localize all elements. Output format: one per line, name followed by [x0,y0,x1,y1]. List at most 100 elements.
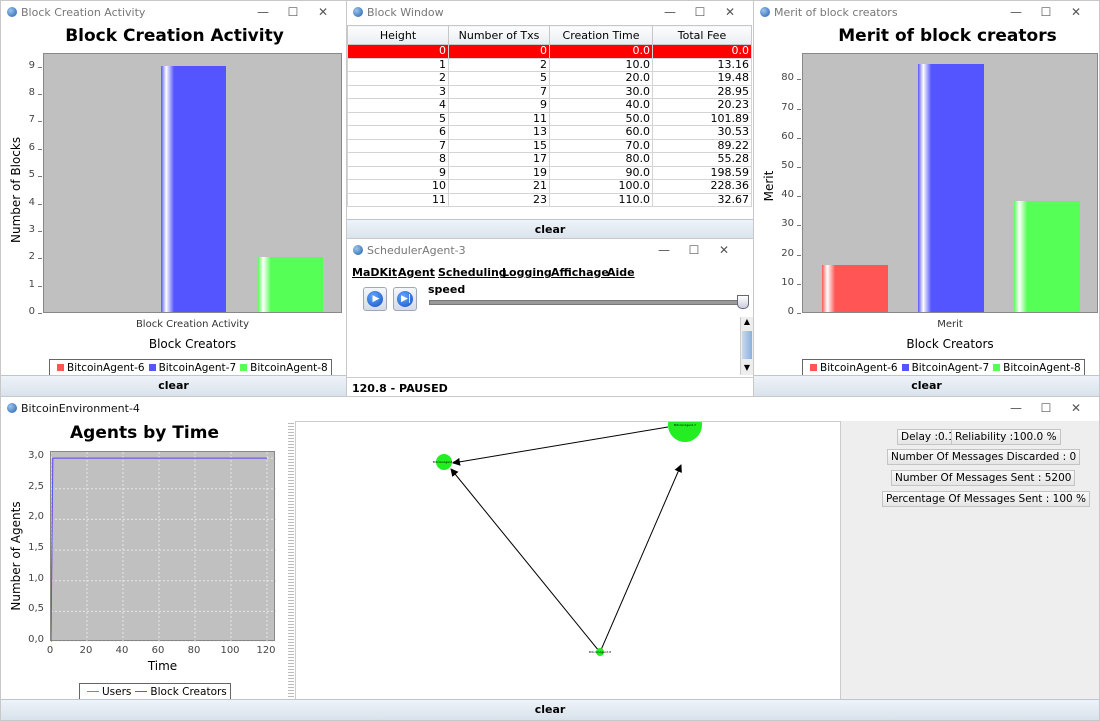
close-icon[interactable]: ✕ [709,241,739,259]
table-cell[interactable]: 7 [448,84,550,99]
table-cell[interactable]: 30.53 [652,125,752,140]
block-window-titlebar[interactable]: Block Window — ☐ ✕ [347,1,753,25]
table-cell[interactable]: 17 [448,152,550,167]
clear-button[interactable]: clear [347,219,753,240]
minimize-icon[interactable]: — [1001,3,1031,21]
table-row[interactable]: 6 13 60.0 30.53 [347,125,752,140]
table-cell[interactable]: 15 [448,138,550,153]
table-cell[interactable]: 11 [448,111,550,126]
table-cell[interactable]: 5 [448,71,550,86]
table-cell[interactable]: 198.59 [652,165,752,180]
table-cell[interactable]: 13 [448,125,550,140]
table-cell[interactable]: 5 [347,111,449,126]
menu-agent[interactable]: Agent [398,266,435,279]
table-cell[interactable]: 11 [347,192,449,207]
column-header-height[interactable]: Height [347,25,449,45]
messages-discarded-button[interactable]: Number Of Messages Discarded : 0 [887,449,1081,465]
table-cell[interactable]: 19 [448,165,550,180]
table-cell[interactable]: 10.0 [549,57,653,72]
table-cell[interactable]: 70.0 [549,138,653,153]
table-cell[interactable]: 110.0 [549,192,653,207]
table-cell[interactable]: 6 [347,125,449,140]
column-header-total-fee[interactable]: Total Fee [652,25,752,45]
speed-slider-thumb[interactable] [737,295,749,309]
maximize-icon[interactable]: ☐ [278,3,308,21]
table-cell[interactable]: 7 [347,138,449,153]
minimize-icon[interactable]: — [1001,399,1031,417]
menu-affichage[interactable]: Affichage [551,266,609,279]
table-cell[interactable]: 2 [448,57,550,72]
scroll-down-icon[interactable]: ▼ [741,363,753,373]
table-cell[interactable]: 2 [347,71,449,86]
table-row[interactable]: 5 11 50.0 101.89 [347,111,752,126]
table-cell[interactable]: 4 [347,98,449,113]
minimize-icon[interactable]: — [649,241,679,259]
split-pane-divider[interactable] [288,421,294,702]
table-cell[interactable]: 0 [448,44,550,59]
close-icon[interactable]: ✕ [715,3,745,21]
table-cell[interactable]: 101.89 [652,111,752,126]
reliability-button[interactable]: Reliability :100.0 % [951,429,1061,445]
table-row[interactable]: 11 23 110.0 32.67 [347,192,752,207]
maximize-icon[interactable]: ☐ [1031,399,1061,417]
table-row[interactable]: 7 15 70.0 89.22 [347,138,752,153]
scheduler-titlebar[interactable]: SchedulerAgent-3 — ☐ ✕ [347,239,753,263]
table-row[interactable]: 2 5 20.0 19.48 [347,71,752,86]
menu-aide[interactable]: Aide [607,266,635,279]
scroll-up-icon[interactable]: ▲ [741,317,753,327]
table-row[interactable]: 9 19 90.0 198.59 [347,165,752,180]
merit-titlebar[interactable]: Merit of block creators — ☐ ✕ [754,1,1099,25]
maximize-icon[interactable]: ☐ [679,241,709,259]
menu-madkit[interactable]: MaDKit [352,266,397,279]
messages-sent-button[interactable]: Number Of Messages Sent : 5200 [891,470,1076,486]
table-row[interactable]: 3 7 30.0 28.95 [347,84,752,99]
table-cell[interactable]: 50.0 [549,111,653,126]
close-icon[interactable]: ✕ [1061,399,1091,417]
close-icon[interactable]: ✕ [1061,3,1091,21]
table-cell[interactable]: 9 [347,165,449,180]
scroll-thumb[interactable] [742,331,752,359]
table-cell[interactable]: 9 [448,98,550,113]
close-icon[interactable]: ✕ [308,3,338,21]
table-cell[interactable]: 21 [448,179,550,194]
table-cell[interactable]: 28.95 [652,84,752,99]
menu-scheduling[interactable]: Scheduling [438,266,507,279]
table-cell[interactable]: 13.16 [652,57,752,72]
table-cell[interactable]: 8 [347,152,449,167]
run-button[interactable]: ▶ [363,287,387,311]
maximize-icon[interactable]: ☐ [685,3,715,21]
table-cell[interactable]: 90.0 [549,165,653,180]
table-cell[interactable]: 80.0 [549,152,653,167]
minimize-icon[interactable]: — [655,3,685,21]
table-cell[interactable]: 32.67 [652,192,752,207]
table-cell[interactable]: 60.0 [549,125,653,140]
table-row[interactable]: 8 17 80.0 55.28 [347,152,752,167]
table-cell[interactable]: 0.0 [549,44,653,59]
clear-button[interactable]: clear [1,699,1099,720]
table-cell[interactable]: 0.0 [652,44,752,59]
percentage-sent-button[interactable]: Percentage Of Messages Sent : 100 % [882,491,1090,507]
table-cell[interactable]: 0 [347,44,449,59]
block-activity-titlebar[interactable]: Block Creation Activity — ☐ ✕ [1,1,346,25]
table-cell[interactable]: 228.36 [652,179,752,194]
table-row[interactable]: 0 0 0.0 0.0 [347,44,752,59]
table-cell[interactable]: 23 [448,192,550,207]
column-header-creation-time[interactable]: Creation Time [549,25,653,45]
speed-slider-track[interactable] [429,300,749,305]
table-cell[interactable]: 10 [347,179,449,194]
table-cell[interactable]: 40.0 [549,98,653,113]
table-cell[interactable]: 1 [347,57,449,72]
menu-logging[interactable]: Logging [502,266,552,279]
table-row[interactable]: 4 9 40.0 20.23 [347,98,752,113]
table-cell[interactable]: 20.0 [549,71,653,86]
column-header-txs[interactable]: Number of Txs [448,25,550,45]
table-cell[interactable]: 89.22 [652,138,752,153]
minimize-icon[interactable]: — [248,3,278,21]
clear-button[interactable]: clear [754,375,1099,396]
clear-button[interactable]: clear [1,375,346,396]
log-scrollbar[interactable]: ▲ ▼ [740,317,753,375]
table-row[interactable]: 10 21 100.0 228.36 [347,179,752,194]
table-row[interactable]: 1 2 10.0 13.16 [347,57,752,72]
table-cell[interactable]: 30.0 [549,84,653,99]
step-button[interactable]: ▶| [393,287,417,311]
